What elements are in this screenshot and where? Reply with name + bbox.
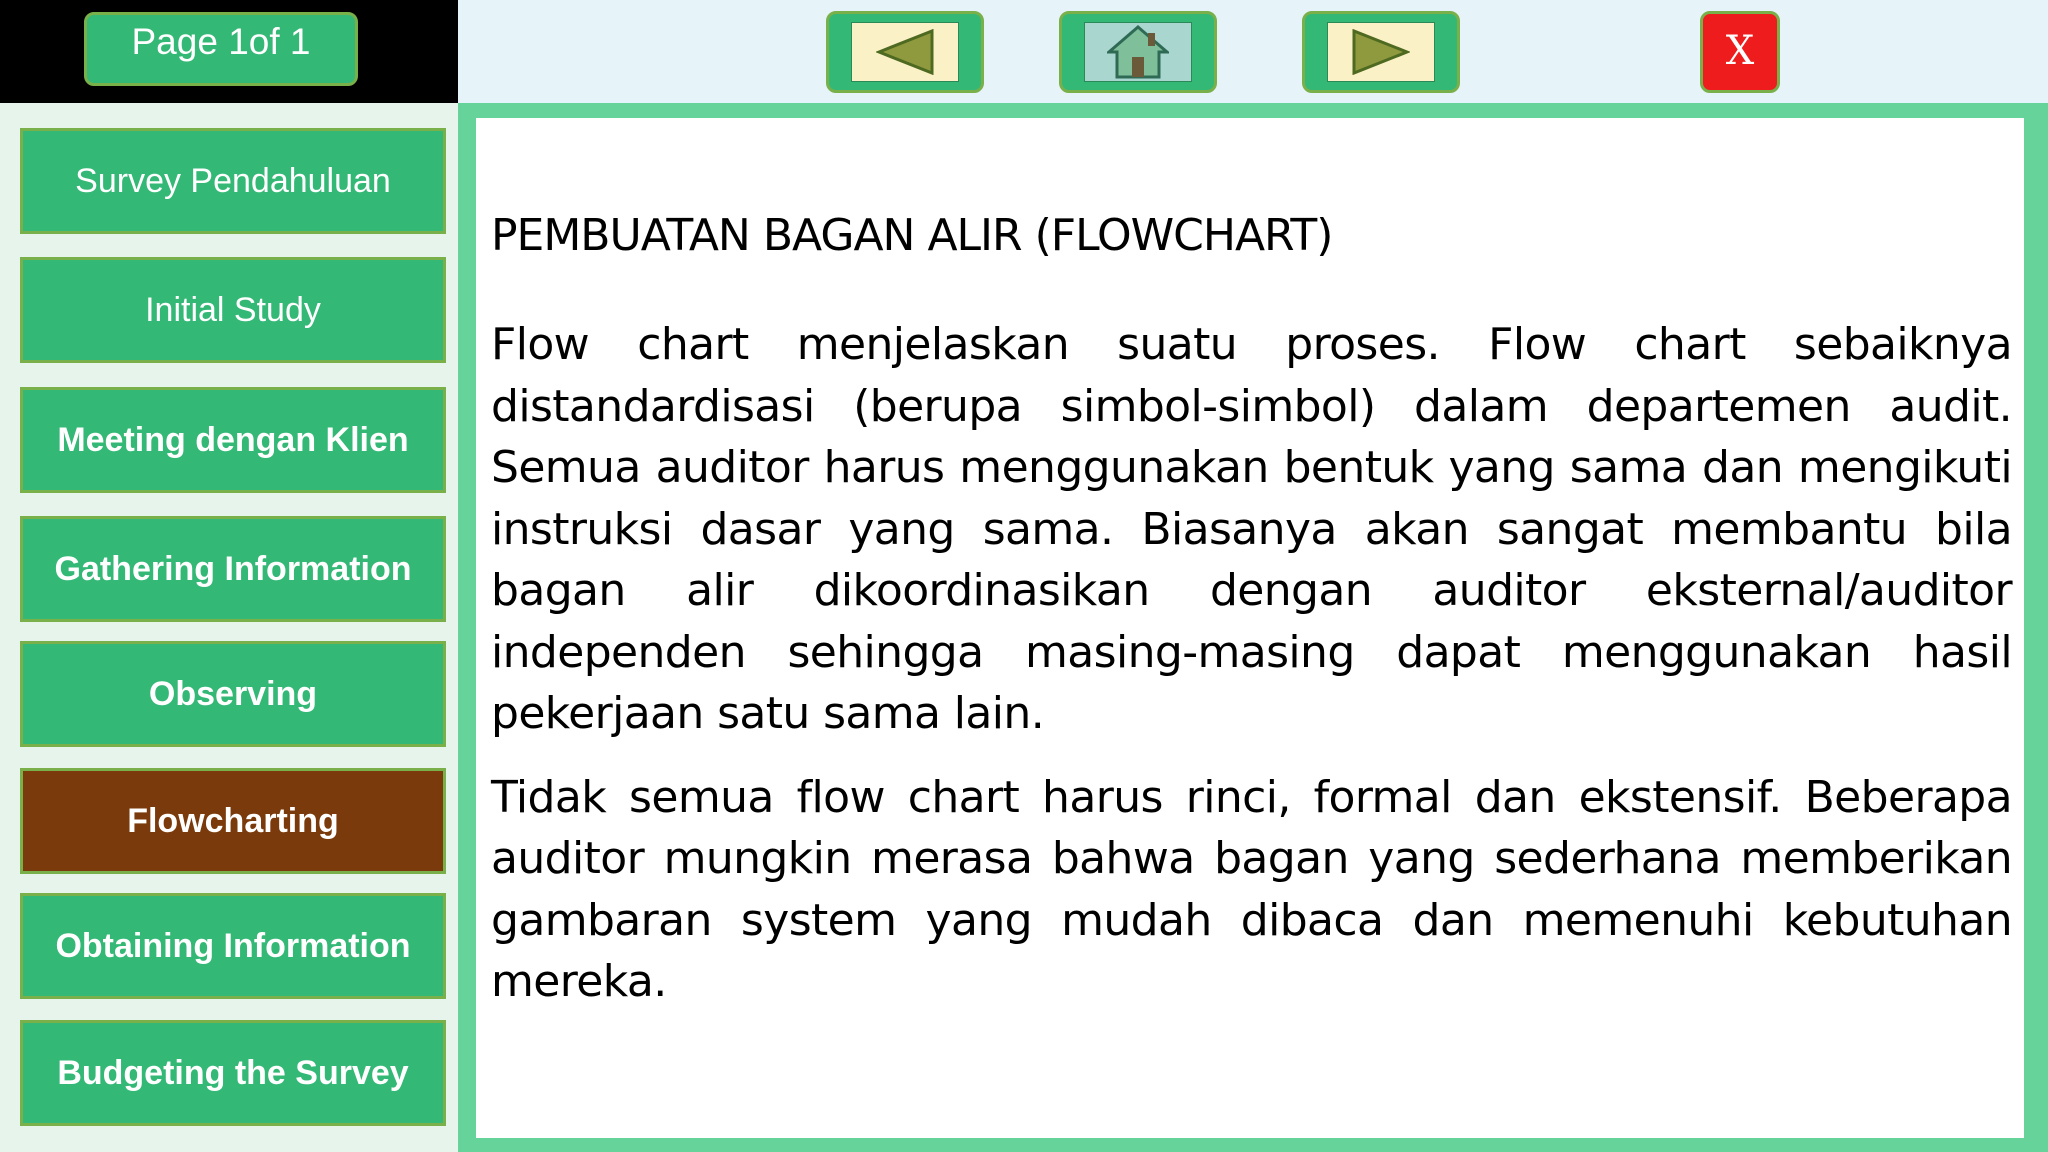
next-button[interactable] [1302, 11, 1460, 93]
header-left-panel: Page 1of 1 [0, 0, 458, 103]
page-title: PEMBUATAN BAGAN ALIR (FLOWCHART) [491, 210, 1333, 261]
sidebar-item-obtaining-information[interactable]: Obtaining Information [20, 893, 446, 999]
left-triangle-icon [876, 29, 934, 75]
previous-button[interactable] [826, 11, 984, 93]
close-button[interactable]: X [1700, 11, 1780, 93]
content-paragraph: Flow chart menjelaskan suatu proses. Flo… [491, 319, 2013, 739]
sidebar-item-meeting-dengan-klien[interactable]: Meeting dengan Klien [20, 387, 446, 493]
next-button-face [1327, 22, 1435, 82]
previous-button-face [851, 22, 959, 82]
page-indicator: Page 1of 1 [84, 12, 358, 86]
home-button-face [1084, 22, 1192, 82]
sidebar-item-gathering-information[interactable]: Gathering Information [20, 516, 446, 622]
sidebar-item-budgeting-the-survey[interactable]: Budgeting the Survey [20, 1020, 446, 1126]
home-icon [1107, 25, 1169, 79]
right-triangle-icon [1352, 29, 1410, 75]
top-toolbar [458, 0, 2048, 103]
sidebar-item-survey-pendahuluan[interactable]: Survey Pendahuluan [20, 128, 446, 234]
content-panel: PEMBUATAN BAGAN ALIR (FLOWCHART) Flow ch… [476, 118, 2024, 1138]
home-button[interactable] [1059, 11, 1217, 93]
sidebar-item-initial-study[interactable]: Initial Study [20, 257, 446, 363]
content-paragraph: Tidak semua flow chart harus rinci, form… [491, 771, 2013, 1008]
sidebar-item-observing[interactable]: Observing [20, 641, 446, 747]
sidebar-item-flowcharting[interactable]: Flowcharting [20, 768, 446, 874]
